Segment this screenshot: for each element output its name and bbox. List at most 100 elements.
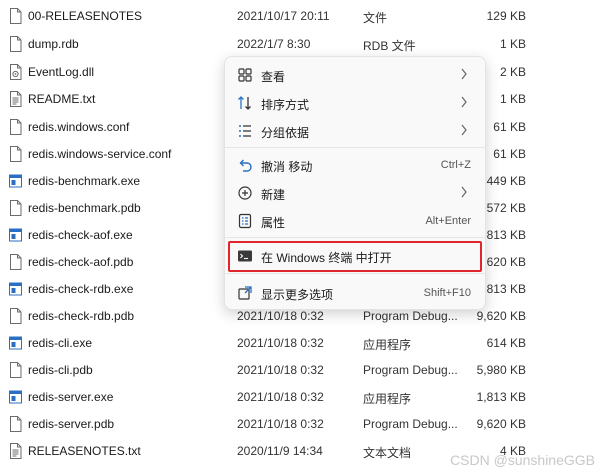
dll-file-icon bbox=[9, 64, 22, 80]
file-type: Program Debug... bbox=[363, 363, 458, 377]
sort-icon bbox=[237, 95, 253, 111]
file-size: 614 KB bbox=[486, 336, 526, 350]
chevron-right-icon bbox=[459, 123, 469, 137]
menu-separator bbox=[225, 237, 485, 238]
file-row[interactable]: redis-server.pdb 2021/10/18 0:32 Program D… bbox=[0, 411, 605, 438]
file-name: redis-benchmark.pdb bbox=[28, 201, 141, 215]
file-name: redis-check-aof.exe bbox=[28, 228, 133, 242]
file-size: 2 KB bbox=[499, 65, 526, 79]
menu-item-properties[interactable]: 属性 Alt+Enter bbox=[229, 207, 481, 235]
file-icon bbox=[9, 36, 22, 52]
file-name: redis-check-rdb.pdb bbox=[28, 309, 135, 323]
menu-item-sort[interactable]: 排序方式 bbox=[229, 89, 481, 117]
file-name: redis-server.exe bbox=[28, 390, 114, 404]
undo-icon bbox=[237, 157, 253, 173]
menu-item-label: 新建 bbox=[261, 188, 286, 202]
menu-item-shortcut: Shift+F10 bbox=[423, 287, 471, 299]
watermark: CSDN @sunshineGGB bbox=[450, 452, 595, 468]
file-date: 2022/1/7 8:30 bbox=[237, 37, 311, 51]
file-type: Program Debug... bbox=[363, 309, 458, 323]
menu-item-shortcut: Ctrl+Z bbox=[440, 159, 471, 171]
menu-item-label: 分组依据 bbox=[261, 126, 310, 140]
file-type: 应用程序 bbox=[363, 338, 412, 352]
file-size: ,813 KB bbox=[483, 282, 526, 296]
file-type: 文件 bbox=[363, 11, 388, 25]
file-name: redis-check-rdb.exe bbox=[28, 282, 134, 296]
file-row[interactable]: redis-server.exe 2021/10/18 0:32 应用程序 1,813… bbox=[0, 384, 605, 411]
exe-file-icon bbox=[9, 227, 22, 243]
file-name: redis.windows.conf bbox=[28, 120, 130, 134]
file-name: RELEASENOTES.txt bbox=[28, 444, 141, 458]
menu-separator bbox=[225, 273, 485, 274]
file-name: README.txt bbox=[28, 92, 96, 106]
file-name: redis-benchmark.exe bbox=[28, 174, 141, 188]
exe-file-icon bbox=[9, 173, 22, 189]
more-options-icon bbox=[237, 285, 253, 301]
file-type: Program Debug... bbox=[363, 417, 458, 431]
exe-file-icon bbox=[9, 389, 22, 405]
exe-file-icon bbox=[9, 281, 22, 297]
menu-item-label: 查看 bbox=[261, 70, 286, 84]
file-name: dump.rdb bbox=[28, 37, 79, 51]
chevron-right-icon bbox=[459, 67, 469, 81]
file-size: 5,980 KB bbox=[476, 363, 526, 377]
text-file-icon bbox=[9, 443, 22, 459]
file-size: 1 KB bbox=[499, 37, 526, 51]
file-row[interactable]: dump.rdb 2022/1/7 8:30 RDB 文件 1 KB bbox=[0, 31, 605, 58]
properties-icon bbox=[237, 213, 253, 229]
new-icon bbox=[237, 185, 253, 201]
group-by-icon bbox=[237, 123, 253, 139]
file-icon bbox=[9, 8, 22, 24]
menu-item-view[interactable]: 查看 bbox=[229, 61, 481, 89]
file-icon bbox=[9, 146, 22, 162]
file-size: 1,813 KB bbox=[476, 390, 526, 404]
file-type: 文本文档 bbox=[363, 446, 412, 460]
chevron-right-icon bbox=[459, 185, 469, 199]
file-type: 应用程序 bbox=[363, 392, 412, 406]
menu-separator bbox=[225, 147, 485, 148]
file-name: redis-server.pdb bbox=[28, 417, 115, 431]
menu-item-shortcut: Alt+Enter bbox=[425, 215, 471, 227]
file-size: 129 KB bbox=[486, 9, 526, 23]
file-name: redis-cli.pdb bbox=[28, 363, 93, 377]
file-name: EventLog.dll bbox=[28, 65, 95, 79]
file-date: 2021/10/18 0:32 bbox=[237, 417, 324, 431]
file-icon bbox=[9, 200, 22, 216]
file-size: 449 KB bbox=[486, 174, 526, 188]
file-size: 9,620 KB bbox=[476, 417, 526, 431]
text-file-icon bbox=[9, 91, 22, 107]
menu-item-show-more-options[interactable]: 显示更多选项 Shift+F10 bbox=[229, 279, 481, 307]
file-date: 2020/11/9 14:34 bbox=[237, 444, 323, 458]
file-row[interactable]: redis-cli.pdb 2021/10/18 0:32 Program Debu… bbox=[0, 357, 605, 384]
file-date: 2021/10/18 0:32 bbox=[237, 309, 324, 323]
grid-view-icon bbox=[237, 67, 253, 83]
menu-item-label: 撤消 移动 bbox=[261, 160, 313, 174]
file-name: redis-check-aof.pdb bbox=[28, 255, 134, 269]
file-icon bbox=[9, 362, 22, 378]
file-size: 1 KB bbox=[499, 92, 526, 106]
file-row[interactable]: redis-cli.exe 2021/10/18 0:32 应用程序 614 KB bbox=[0, 330, 605, 357]
file-date: 2021/10/18 0:32 bbox=[237, 390, 324, 404]
file-name: 00-RELEASENOTES bbox=[28, 9, 143, 23]
file-size: 61 KB bbox=[493, 120, 526, 134]
menu-item-label: 属性 bbox=[261, 216, 286, 230]
menu-item-group-by[interactable]: 分组依据 bbox=[229, 117, 481, 145]
file-name: redis-cli.exe bbox=[28, 336, 93, 350]
file-date: 2021/10/17 20:11 bbox=[237, 9, 330, 23]
file-type: RDB 文件 bbox=[363, 39, 416, 53]
menu-item-undo-move[interactable]: 撤消 移动 Ctrl+Z bbox=[229, 151, 481, 179]
file-size: ,620 KB bbox=[483, 255, 526, 269]
file-name: redis.windows-service.conf bbox=[28, 147, 172, 161]
file-icon bbox=[9, 119, 22, 135]
file-size: ,572 KB bbox=[483, 201, 526, 215]
file-size: 61 KB bbox=[493, 147, 526, 161]
file-date: 2021/10/18 0:32 bbox=[237, 363, 324, 377]
exe-file-icon bbox=[9, 335, 22, 351]
file-row[interactable]: 00-RELEASENOTES 2021/10/17 20:11 文件 129 KB bbox=[0, 3, 605, 30]
highlight-box bbox=[228, 241, 482, 272]
file-size: 9,620 KB bbox=[476, 309, 526, 323]
menu-item-new[interactable]: 新建 bbox=[229, 179, 481, 207]
chevron-right-icon bbox=[459, 95, 469, 109]
file-size: ,813 KB bbox=[483, 228, 526, 242]
file-icon bbox=[9, 308, 22, 324]
